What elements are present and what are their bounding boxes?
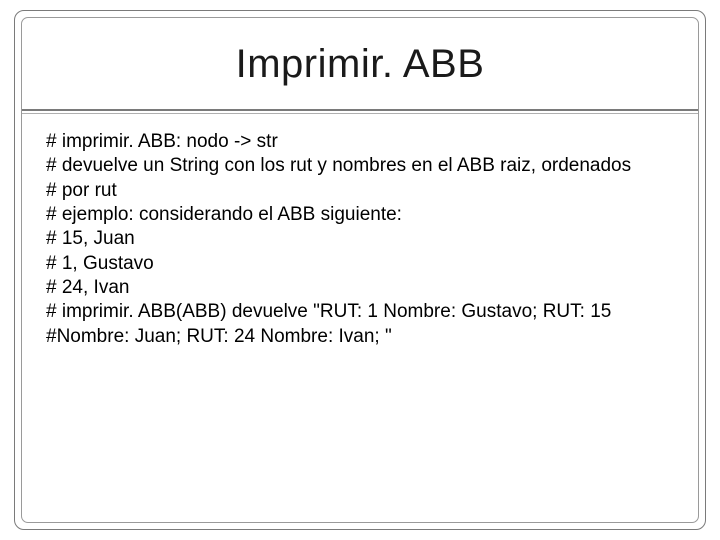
body-line: # imprimir. ABB: nodo -> str xyxy=(46,130,674,154)
body-line: #Nombre: Juan; RUT: 24 Nombre: Ivan; " xyxy=(46,325,674,349)
slide-title: Imprimir. ABB xyxy=(22,42,698,87)
body-line: # imprimir. ABB(ABB) devuelve "RUT: 1 No… xyxy=(46,300,674,324)
body-line: # devuelve un String con los rut y nombr… xyxy=(46,154,674,178)
slide-body: # imprimir. ABB: nodo -> str # devuelve … xyxy=(22,114,698,349)
inner-frame: Imprimir. ABB # imprimir. ABB: nodo -> s… xyxy=(21,17,699,523)
outer-frame: Imprimir. ABB # imprimir. ABB: nodo -> s… xyxy=(14,10,706,530)
body-line: # por rut xyxy=(46,179,674,203)
body-line: # 15, Juan xyxy=(46,227,674,251)
divider xyxy=(22,109,698,111)
body-line: # ejemplo: considerando el ABB siguiente… xyxy=(46,203,674,227)
body-line: # 24, Ivan xyxy=(46,276,674,300)
body-line: # 1, Gustavo xyxy=(46,252,674,276)
slide: Imprimir. ABB # imprimir. ABB: nodo -> s… xyxy=(0,0,720,540)
